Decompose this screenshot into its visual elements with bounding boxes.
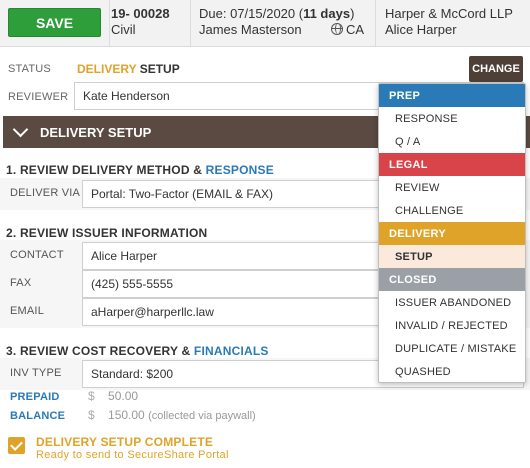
menu-item-duplicate-mistake[interactable]: DUPLICATE / MISTAKE [379, 337, 525, 360]
menu-item-response[interactable]: RESPONSE [379, 107, 525, 130]
header-divider [375, 0, 376, 47]
menu-item-label: Q / A [395, 135, 421, 148]
menu-item-quashed[interactable]: QUASHED [379, 360, 525, 382]
fax-value: (425) 555-5555 [91, 277, 174, 291]
complete-checkbox[interactable] [8, 437, 25, 454]
menu-item-setup[interactable]: SETUP [379, 245, 525, 268]
menu-item-issuer-abandoned[interactable]: ISSUER ABANDONED [379, 291, 525, 314]
email-label: EMAIL [10, 305, 45, 317]
balance-amount: $ 150.00 (collected via paywall) [88, 408, 256, 422]
assignee-name: James Masterson [199, 22, 302, 37]
balance-note: (collected via paywall) [148, 410, 256, 422]
section-title: DELIVERY SETUP [40, 124, 152, 140]
dropdown-group-delivery: DELIVERY [379, 222, 525, 245]
dropdown-group-legal: LEGAL [379, 153, 525, 176]
header-divider [190, 0, 191, 47]
save-button-label: SAVE [35, 14, 74, 31]
completion-subtitle: Ready to send to SecureShare Portal [36, 449, 229, 461]
step3-title: 3. REVIEW COST RECOVERY & FINANCIALS [6, 344, 269, 358]
menu-item-label: CHALLENGE [395, 204, 464, 217]
deliver-via-label: DELIVER VIA [10, 187, 81, 199]
inv-type-label: INV TYPE [10, 367, 62, 379]
save-button[interactable]: SAVE [8, 8, 101, 37]
menu-item-label: SETUP [395, 250, 433, 263]
completion-title: DELIVERY SETUP COMPLETE [36, 435, 214, 449]
menu-item-qa[interactable]: Q / A [379, 130, 525, 153]
inv-type-value: Standard: $200 [91, 367, 174, 381]
menu-item-label: DUPLICATE / MISTAKE [395, 342, 517, 355]
case-number: 00028 [133, 6, 170, 21]
firm-name: Harper & McCord LLP [385, 6, 513, 21]
contact-value: Alice Harper [91, 249, 158, 263]
due-suffix: ) [350, 6, 355, 21]
dropdown-group-prep: PREP [379, 84, 525, 107]
balance-label: BALANCE [10, 410, 66, 422]
menu-item-label: ISSUER ABANDONED [395, 296, 512, 309]
prepaid-label: PREPAID [10, 391, 60, 403]
due-prefix: Due: 07/15/2020 ( [199, 6, 304, 21]
menu-item-label: QUASHED [395, 365, 451, 378]
prepaid-currency: $ [88, 389, 95, 403]
menu-item-invalid-rejected[interactable]: INVALID / REJECTED [379, 314, 525, 337]
prepaid-value: 50.00 [108, 389, 139, 403]
case-type: Civil [111, 22, 136, 37]
menu-item-label: REVIEW [395, 181, 440, 194]
status-value-stage: DELIVERY [77, 62, 137, 76]
balance-currency: $ [88, 408, 95, 422]
reviewer-label: REVIEWER [8, 91, 69, 103]
prepaid-amount: $ 50.00 [88, 389, 138, 403]
group-label: LEGAL [389, 158, 428, 171]
step1-title-text: 1. REVIEW DELIVERY METHOD & [6, 163, 203, 177]
fax-label: FAX [10, 277, 32, 289]
firm-info: Harper & McCord LLP Alice Harper [385, 6, 525, 38]
change-status-button[interactable]: CHANGE [469, 56, 523, 82]
chevron-down-icon [12, 121, 29, 137]
menu-item-label: INVALID / REJECTED [395, 319, 508, 332]
balance-value: 150.00 [108, 408, 145, 422]
status-value-substage: SETUP [139, 62, 180, 76]
case-prefix: 19- [111, 6, 130, 21]
email-value: aHarper@harperllc.law [91, 305, 214, 319]
status-value: DELIVERY SETUP [77, 62, 180, 76]
financials-link[interactable]: FINANCIALS [194, 344, 269, 358]
case-info: 19- 00028 Civil [111, 6, 189, 38]
step1-title: 1. REVIEW DELIVERY METHOD & RESPONSE [6, 163, 274, 177]
menu-item-challenge[interactable]: CHALLENGE [379, 199, 525, 222]
due-days: 11 days [303, 6, 351, 21]
header-divider [109, 0, 110, 47]
group-label: PREP [389, 89, 421, 102]
globe-icon [330, 23, 343, 35]
contact-label: CONTACT [10, 249, 64, 261]
status-label: STATUS [8, 63, 51, 75]
group-label: DELIVERY [389, 227, 447, 240]
status-dropdown-menu[interactable]: PREP RESPONSE Q / A LEGAL REVIEW CHALLEN… [378, 83, 526, 383]
reviewer-value: Kate Henderson [83, 89, 170, 103]
menu-item-label: RESPONSE [395, 112, 458, 125]
step2-title: 2. REVIEW ISSUER INFORMATION [6, 226, 208, 240]
response-link[interactable]: RESPONSE [206, 163, 274, 177]
client-name: Alice Harper [385, 22, 457, 37]
header-bar: SAVE 19- 00028 Civil Due: 07/15/2020 (11… [0, 0, 530, 47]
deliver-via-value: Portal: Two-Factor (EMAIL & FAX) [91, 187, 274, 201]
menu-item-review[interactable]: REVIEW [379, 176, 525, 199]
step3-title-text: 3. REVIEW COST RECOVERY & [6, 344, 191, 358]
dropdown-group-closed: CLOSED [379, 268, 525, 291]
group-label: CLOSED [389, 273, 437, 286]
due-info: Due: 07/15/2020 (11 days) James Masterso… [199, 6, 364, 38]
state-code: CA [345, 22, 364, 37]
change-button-label: CHANGE [472, 63, 520, 75]
